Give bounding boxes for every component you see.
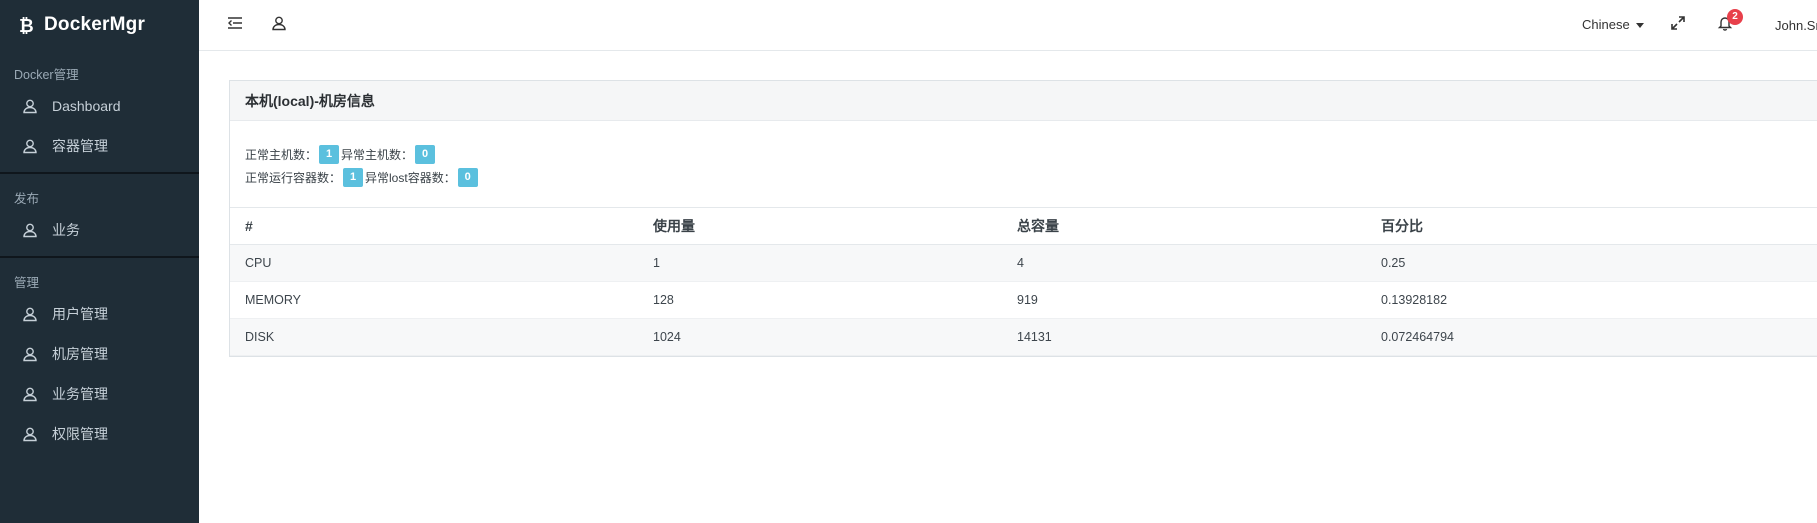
table-row: MEMORY 128 919 0.13928182 xyxy=(230,281,1817,319)
table-row: DISK 1024 14131 0.072464794 xyxy=(230,318,1817,356)
sidebar-item-datacenters[interactable]: 机房管理 xyxy=(0,334,199,374)
table-cell: 1024 xyxy=(638,318,1002,356)
stats-panel: 正常主机数： 1 异常主机数： 0 正常运行容器数： 1 异常lost容器数： … xyxy=(230,121,1817,189)
table-header-row: # 使用量 总容量 百分比 xyxy=(230,207,1817,245)
table-cell: 128 xyxy=(638,281,1002,319)
table-cell: 1 xyxy=(638,244,1002,282)
topbar: Chinese 2 John.Sr xyxy=(199,0,1817,51)
user-icon xyxy=(22,138,38,154)
app-root: ₿ DockerMgr Docker管理 Dashboard 容器管理 发布 业… xyxy=(0,0,1817,523)
table-cell: DISK xyxy=(230,318,638,356)
sidebar: ₿ DockerMgr Docker管理 Dashboard 容器管理 发布 业… xyxy=(0,0,199,523)
sidebar-item-label: 业务 xyxy=(52,222,80,238)
sidebar-item-dashboard[interactable]: Dashboard xyxy=(0,86,199,126)
table-row: CPU 1 4 0.25 xyxy=(230,244,1817,282)
nav-heading: Docker管理 xyxy=(14,68,79,82)
table-cell: CPU xyxy=(230,244,638,282)
sidebar-item-label: Dashboard xyxy=(52,98,121,114)
sidebar-item-users[interactable]: 用户管理 xyxy=(0,294,199,334)
chevron-down-icon xyxy=(1635,23,1644,28)
normal-hosts-badge: 1 xyxy=(319,145,340,164)
svg-text:₿: ₿ xyxy=(19,16,34,35)
running-containers-label: 正常运行容器数： xyxy=(245,171,342,185)
resource-table: # 使用量 总容量 百分比 CPU 1 4 0.25 MEMORY 128 91… xyxy=(230,207,1817,356)
sidebar-item-permissions[interactable]: 权限管理 xyxy=(0,414,199,454)
table-cell: 0.13928182 xyxy=(1366,281,1817,319)
language-label: Chinese xyxy=(1582,17,1630,32)
sidebar-item-label: 权限管理 xyxy=(52,426,108,442)
sidebar-item-business-admin[interactable]: 业务管理 xyxy=(0,374,199,414)
sidebar-item-label: 机房管理 xyxy=(52,346,108,362)
table-cell: 4 xyxy=(1002,244,1366,282)
user-icon xyxy=(22,98,38,114)
nav-heading: 发布 xyxy=(14,192,40,206)
card-title: 本机(local)-机房信息 xyxy=(230,81,1817,121)
table-cell: 14131 xyxy=(1002,318,1366,356)
sidebar-item-label: 容器管理 xyxy=(52,138,108,154)
user-icon xyxy=(22,386,38,402)
column-header: 百分比 xyxy=(1366,207,1817,245)
running-containers-badge: 1 xyxy=(343,168,364,187)
table-cell: 0.25 xyxy=(1366,244,1817,282)
user-icon[interactable] xyxy=(271,15,289,33)
nav-heading: 管理 xyxy=(14,276,40,290)
nav-section-admin: 管理 用户管理 机房管理 业务管理 权限管理 xyxy=(0,258,199,460)
abnormal-hosts-badge: 0 xyxy=(415,145,436,164)
table-cell: MEMORY xyxy=(230,281,638,319)
column-header: 总容量 xyxy=(1002,207,1366,245)
column-header: # xyxy=(230,207,638,245)
container-stats: 正常运行容器数： 1 异常lost容器数： 0 xyxy=(245,166,1817,189)
sidebar-item-business[interactable]: 业务 xyxy=(0,210,199,250)
bitcoin-icon: ₿ xyxy=(18,15,36,35)
lost-containers-label: 异常lost容器数： xyxy=(365,171,456,185)
sidebar-item-containers[interactable]: 容器管理 xyxy=(0,126,199,166)
notification-badge: 2 xyxy=(1727,9,1743,25)
normal-hosts-label: 正常主机数： xyxy=(245,148,318,162)
brand[interactable]: ₿ DockerMgr xyxy=(0,0,199,50)
column-header: 使用量 xyxy=(638,207,1002,245)
sidebar-item-label: 用户管理 xyxy=(52,306,108,322)
sidebar-item-label: 业务管理 xyxy=(52,386,108,402)
user-icon xyxy=(22,346,38,362)
user-icon xyxy=(22,222,38,238)
datacenter-info-card: 本机(local)-机房信息 正常主机数： 1 异常主机数： 0 正常运行容器数… xyxy=(229,80,1817,357)
menu-toggle-icon[interactable] xyxy=(227,15,245,33)
user-icon xyxy=(22,306,38,322)
nav-section-publish: 发布 业务 xyxy=(0,174,199,258)
nav-section-docker: Docker管理 Dashboard 容器管理 xyxy=(0,50,199,174)
user-menu[interactable]: John.Sr xyxy=(1775,18,1817,33)
language-dropdown[interactable]: Chinese xyxy=(1582,17,1644,32)
host-stats: 正常主机数： 1 异常主机数： 0 xyxy=(245,143,1817,166)
lost-containers-badge: 0 xyxy=(457,168,478,187)
table-cell: 0.072464794 xyxy=(1366,318,1817,356)
brand-name: DockerMgr xyxy=(44,14,146,35)
fullscreen-icon[interactable] xyxy=(1671,16,1689,34)
user-icon xyxy=(22,426,38,442)
table-cell: 919 xyxy=(1002,281,1366,319)
abnormal-hosts-label: 异常主机数： xyxy=(341,148,414,162)
